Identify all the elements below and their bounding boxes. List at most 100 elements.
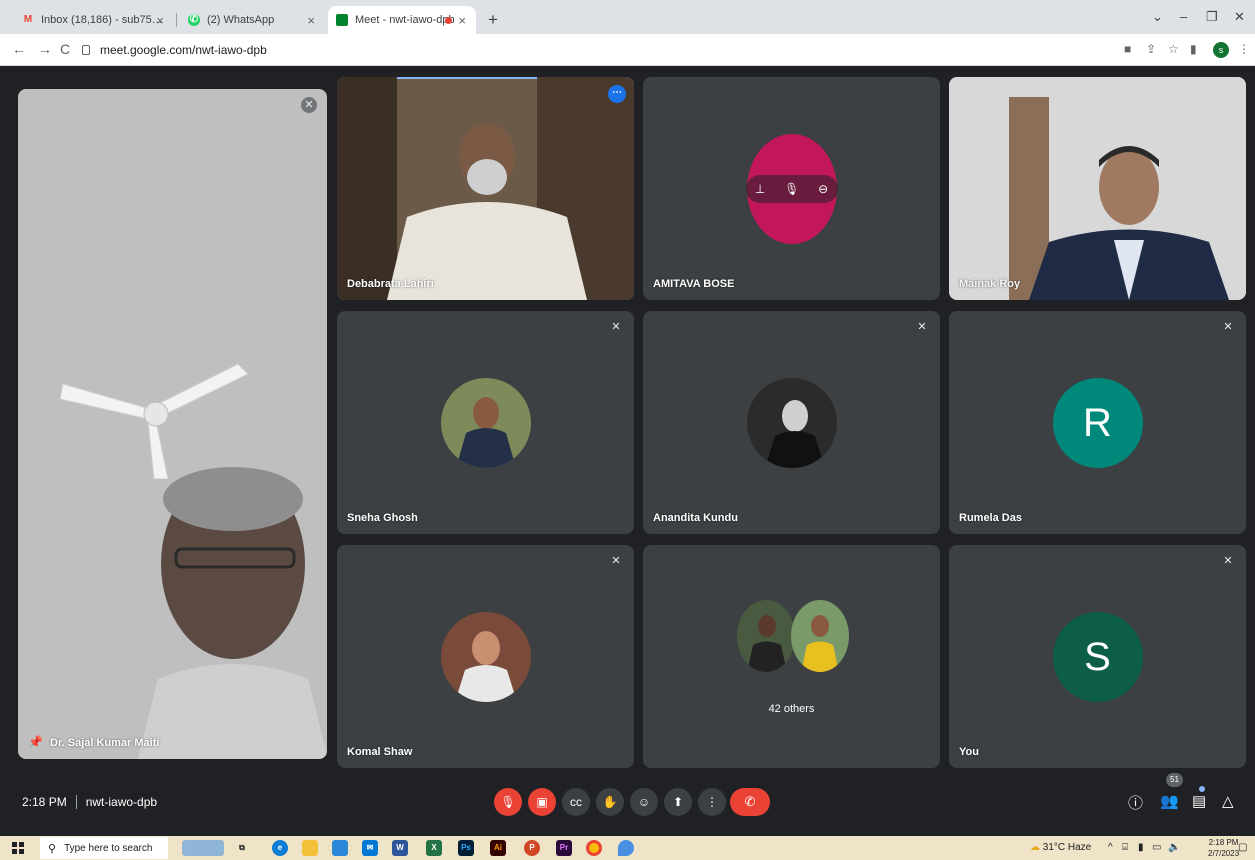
meeting-info-icon[interactable]: ⓘ: [1128, 792, 1143, 813]
chrome-icon[interactable]: [586, 840, 602, 856]
volume-icon[interactable]: 🔈: [1168, 842, 1180, 853]
weather-text: 31°C Haze: [1042, 842, 1092, 853]
meeting-time: 2:18 PM: [22, 795, 67, 809]
edge-icon[interactable]: e: [272, 840, 288, 856]
side-panel-icon[interactable]: ▮: [1190, 42, 1197, 56]
divider: [75, 795, 77, 809]
recording-icon: [445, 16, 452, 24]
participant-tile-sneha[interactable]: ✕ Sneha Ghosh: [337, 311, 634, 534]
activities-icon[interactable]: △: [1222, 792, 1234, 810]
weather-widget[interactable]: ☁ 31°C Haze: [1030, 842, 1091, 853]
taskbar-clock[interactable]: 2:18 PM 2/7/2023: [1208, 837, 1239, 859]
tile-hover-controls: ⊥ 🎙 ⊖: [745, 174, 838, 203]
search-placeholder: Type here to search: [64, 842, 153, 854]
restore-button[interactable]: ❐: [1206, 9, 1218, 25]
close-tab-icon[interactable]: ×: [307, 13, 315, 28]
captions-button[interactable]: cc: [562, 788, 590, 816]
file-explorer-icon[interactable]: [302, 840, 318, 856]
emoji-button[interactable]: ☺: [630, 788, 658, 816]
mic-off-icon: ✕: [1223, 321, 1233, 333]
participant-tile-rumela[interactable]: ✕ R Rumela Das: [949, 311, 1246, 534]
participant-tile-mainak[interactable]: Mainak Roy: [949, 77, 1246, 300]
mic-off-icon: ✕: [301, 97, 317, 113]
address-bar[interactable]: meet.google.com/nwt-iawo-dpb: [82, 39, 1102, 61]
illustrator-icon[interactable]: Ai: [490, 840, 506, 856]
clock-time: 2:18 PM: [1208, 838, 1239, 847]
participant-name: Sneha Ghosh: [347, 512, 418, 524]
close-tab-icon[interactable]: ×: [156, 13, 164, 28]
mail-icon[interactable]: ✉: [362, 840, 378, 856]
tab-gmail[interactable]: M Inbox (18,186) - sub7505@gmail ×: [14, 6, 174, 34]
premiere-icon[interactable]: Pr: [556, 840, 572, 856]
pin-icon[interactable]: ⊥: [755, 182, 765, 196]
google-meet-icon: [336, 14, 348, 26]
pinned-video-tile[interactable]: ✕ 📌 Dr. Sajal Kumar Maiti: [18, 89, 327, 759]
bookmark-star-icon[interactable]: ☆: [1168, 42, 1179, 56]
participant-tile-debabrata[interactable]: ⋯ Debabrata Lahiri: [337, 77, 634, 300]
present-screen-button[interactable]: ⬆: [664, 788, 692, 816]
share-icon[interactable]: ⇪: [1146, 42, 1156, 56]
tab-whatsapp[interactable]: ✆ (2) WhatsApp ×: [180, 6, 325, 34]
people-count-badge: 51: [1166, 773, 1183, 787]
mic-icon[interactable]: 🎙: [784, 182, 799, 196]
minimize-button[interactable]: –: [1180, 9, 1187, 24]
mic-off-icon: ✕: [611, 321, 621, 333]
participant-name: Rumela Das: [959, 512, 1022, 524]
meeting-code: nwt-iawo-dpb: [85, 795, 158, 809]
participant-tile-komal[interactable]: ✕ Komal Shaw: [337, 545, 634, 768]
participant-tile-amitava[interactable]: ⊥ 🎙 ⊖ AMITAVA BOSE: [643, 77, 940, 300]
word-icon[interactable]: W: [392, 840, 408, 856]
people-icon[interactable]: 👥: [1160, 792, 1179, 810]
person-silhouette: [1029, 146, 1229, 300]
search-highlight-icon[interactable]: [182, 840, 224, 856]
tray-chevron-icon[interactable]: ^: [1108, 842, 1113, 853]
forward-icon[interactable]: →: [38, 41, 52, 57]
tray-mic-icon[interactable]: ▮: [1138, 842, 1144, 853]
drop-app-icon[interactable]: [618, 840, 634, 856]
camera-toggle-button[interactable]: ▣: [528, 788, 556, 816]
excel-icon[interactable]: X: [426, 840, 442, 856]
participant-name: You: [959, 746, 979, 758]
tray-display-icon[interactable]: ▭: [1152, 842, 1161, 853]
mic-off-icon: ✕: [917, 321, 927, 333]
participant-tile-others[interactable]: 42 others: [643, 545, 940, 768]
menu-kebab-icon[interactable]: ⋮: [1238, 42, 1250, 56]
participant-name: Dr. Sajal Kumar Maiti: [50, 737, 160, 749]
tab-search-icon[interactable]: ⌄: [1152, 9, 1163, 25]
participant-name: Komal Shaw: [347, 746, 413, 758]
tab-meet[interactable]: Meet - nwt-iawo-dpb ×: [328, 6, 476, 34]
avatar: [440, 377, 531, 468]
store-icon[interactable]: [332, 840, 348, 856]
pin-icon[interactable]: 📌: [28, 735, 43, 749]
new-tab-button[interactable]: +: [488, 10, 498, 30]
participant-name: Mainak Roy: [959, 278, 1021, 290]
end-call-button[interactable]: ✆: [730, 788, 770, 816]
close-window-button[interactable]: ✕: [1234, 9, 1245, 25]
back-icon[interactable]: ←: [12, 41, 26, 57]
remove-icon[interactable]: ⊖: [818, 182, 828, 196]
raise-hand-button[interactable]: ✋: [596, 788, 624, 816]
powerpoint-icon[interactable]: P: [524, 840, 540, 856]
profile-avatar[interactable]: s: [1213, 42, 1229, 58]
participant-tile-you[interactable]: ✕ S You: [949, 545, 1246, 768]
tray-network-icon[interactable]: ⌸: [1122, 842, 1128, 853]
browser-toolbar: ← → C meet.google.com/nwt-iawo-dpb ■ ⇪ ☆…: [0, 34, 1255, 66]
task-view-icon[interactable]: ⧉: [234, 840, 250, 856]
whatsapp-icon: ✆: [188, 14, 200, 26]
more-options-icon[interactable]: ⋯: [608, 85, 626, 103]
mic-toggle-button[interactable]: 🎙: [494, 788, 522, 816]
participant-tile-anandita[interactable]: ✕ Anandita Kundu: [643, 311, 940, 534]
participant-name: Debabrata Lahiri: [347, 278, 434, 290]
tab-divider: [176, 13, 177, 27]
close-tab-icon[interactable]: ×: [458, 13, 466, 28]
avatar: [746, 377, 837, 468]
windows-start-icon[interactable]: [12, 842, 24, 854]
reload-icon[interactable]: C: [60, 41, 70, 57]
camera-in-use-icon[interactable]: ■: [1124, 42, 1131, 56]
photoshop-icon[interactable]: Ps: [458, 840, 474, 856]
chat-icon[interactable]: ▤: [1192, 792, 1206, 810]
taskbar-search-box[interactable]: ⚲ Type here to search: [40, 837, 168, 859]
notifications-icon[interactable]: ▢: [1238, 842, 1247, 853]
avatar: [737, 600, 795, 672]
more-options-button[interactable]: ⋮: [698, 788, 726, 816]
